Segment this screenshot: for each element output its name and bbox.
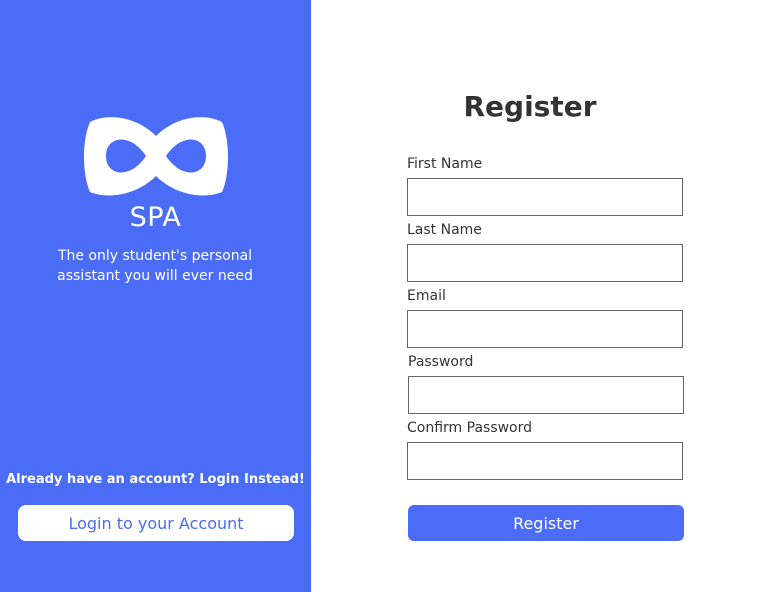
password-label: Password: [408, 354, 474, 370]
confirm-password-label: Confirm Password: [407, 420, 533, 436]
first-name-input[interactable]: [407, 178, 683, 216]
email-label: Email: [407, 288, 446, 304]
login-button[interactable]: Login to your Account: [18, 505, 294, 541]
form-title: Register: [463, 90, 597, 123]
first-name-label: First Name: [407, 156, 483, 172]
register-button[interactable]: Register: [408, 505, 684, 541]
logo-icon: [84, 117, 228, 196]
last-name-input[interactable]: [407, 244, 683, 282]
password-input[interactable]: [408, 376, 684, 414]
brand-name: SPA: [129, 202, 182, 233]
confirm-password-input[interactable]: [407, 442, 683, 480]
login-prompt: Already have an account? Login Instead!: [6, 472, 305, 487]
brand-panel: SPA The only student's personal assistan…: [0, 0, 311, 592]
brand-tagline: The only student's personal assistant yo…: [57, 248, 253, 284]
last-name-label: Last Name: [407, 222, 482, 238]
email-input[interactable]: [407, 310, 683, 348]
